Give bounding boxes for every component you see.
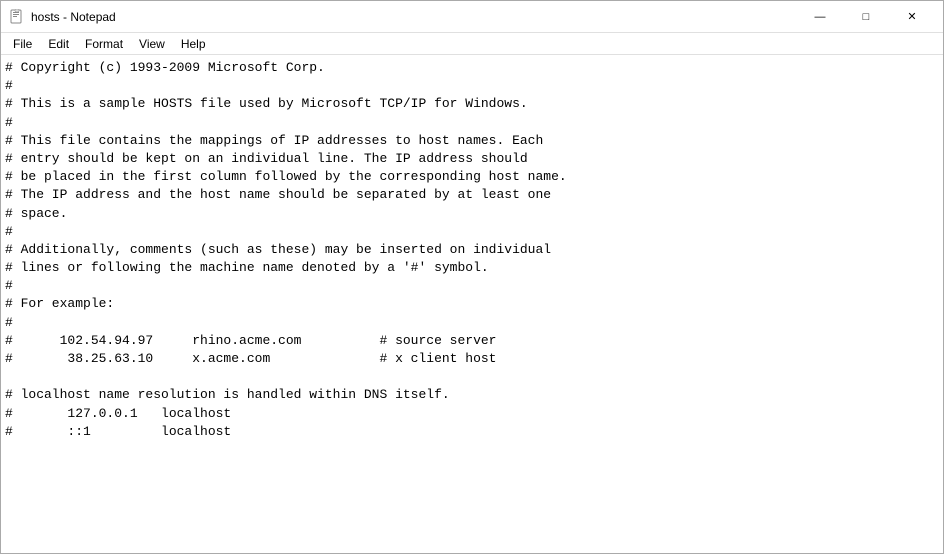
menu-bar: File Edit Format View Help — [1, 33, 943, 55]
menu-file[interactable]: File — [5, 35, 40, 53]
close-button[interactable]: ✕ — [889, 1, 935, 33]
maximize-button[interactable]: □ — [843, 1, 889, 33]
content-area[interactable]: # Copyright (c) 1993-2009 Microsoft Corp… — [1, 55, 943, 553]
text-content: # Copyright (c) 1993-2009 Microsoft Corp… — [5, 59, 939, 549]
menu-help[interactable]: Help — [173, 35, 214, 53]
title-bar: hosts - Notepad — □ ✕ — [1, 1, 943, 33]
menu-edit[interactable]: Edit — [40, 35, 77, 53]
notepad-window: hosts - Notepad — □ ✕ File Edit Format V… — [0, 0, 944, 554]
minimize-button[interactable]: — — [797, 1, 843, 33]
menu-view[interactable]: View — [131, 35, 173, 53]
notepad-icon — [9, 9, 25, 25]
title-bar-left: hosts - Notepad — [9, 9, 116, 25]
window-title: hosts - Notepad — [31, 10, 116, 24]
title-bar-controls: — □ ✕ — [797, 1, 935, 33]
menu-format[interactable]: Format — [77, 35, 131, 53]
